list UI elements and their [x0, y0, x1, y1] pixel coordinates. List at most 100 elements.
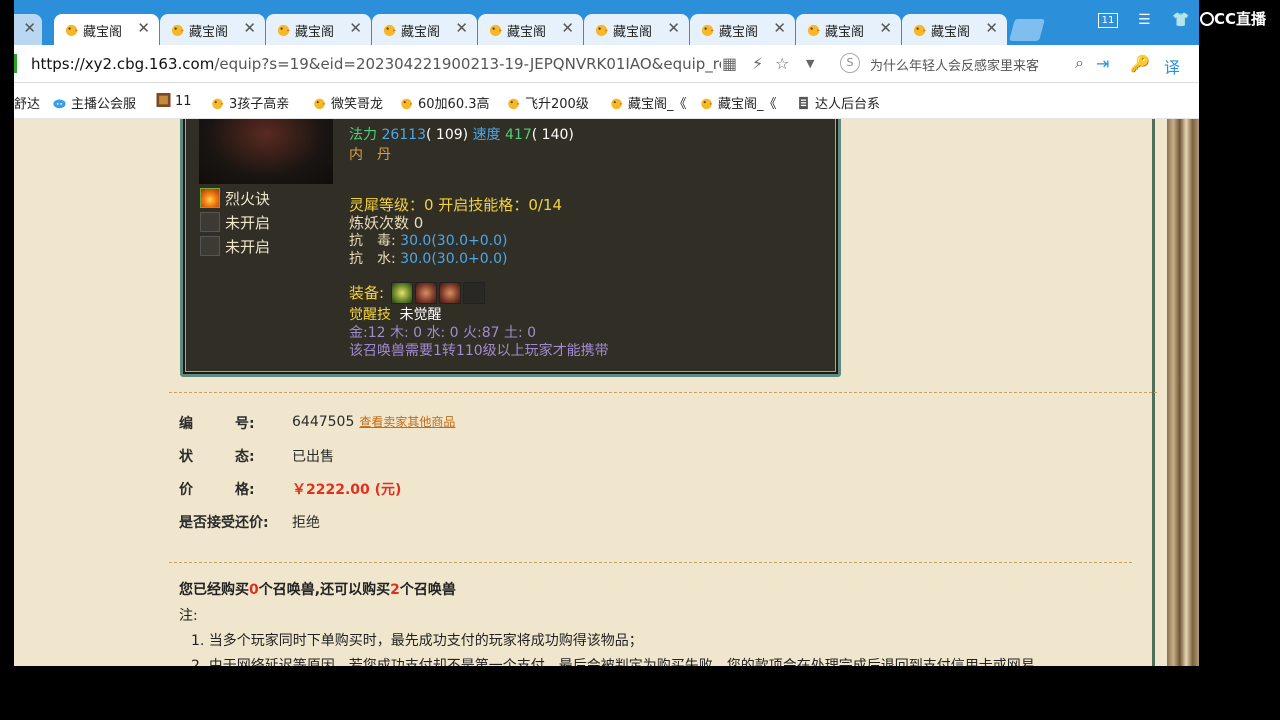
- tab-partial[interactable]: ✕: [14, 14, 42, 45]
- close-icon[interactable]: ✕: [455, 19, 468, 37]
- locked-skill-icon: [200, 236, 220, 256]
- skill-slot-2[interactable]: 未开启: [200, 212, 270, 233]
- awaken-label: 觉醒技: [349, 307, 391, 323]
- equip-slot-4[interactable]: [462, 282, 485, 304]
- close-icon[interactable]: ✕: [985, 19, 998, 37]
- chick-icon: [701, 24, 715, 37]
- locked-skill-icon: [200, 212, 220, 232]
- mana-value: 26113: [381, 127, 426, 143]
- seller-items-link[interactable]: 查看卖家其他商品: [359, 415, 455, 429]
- equip-slot-2[interactable]: [414, 282, 437, 304]
- lightning-icon[interactable]: ⚡: [752, 54, 763, 73]
- page-content: 法力 26113( 109) 速度 417( 140) 内 丹 烈火诀 未开启 …: [14, 119, 1199, 666]
- search-icon[interactable]: ⌕: [1075, 53, 1084, 73]
- close-icon[interactable]: ✕: [667, 19, 680, 37]
- browser-tab[interactable]: 藏宝阁 ✕: [690, 14, 795, 45]
- bookmark-label: 飞升200级: [525, 97, 589, 112]
- bookmark-label: 藏宝阁_《: [718, 97, 777, 112]
- tab-title: 藏宝阁: [401, 25, 441, 40]
- status-value: 已出售: [292, 449, 334, 465]
- close-icon[interactable]: ✕: [23, 19, 36, 37]
- browser-tab[interactable]: 藏宝阁 ✕: [372, 14, 477, 45]
- tab-strip: ✕ 藏宝阁 ✕ 藏宝阁 ✕ 藏宝阁 ✕ 藏宝阁 ✕ 藏宝阁 ✕ 藏宝阁 ✕ 藏宝阁 ✕ 藏宝阁 ✕ 藏宝阁 ✕ 1…: [14, 0, 1199, 45]
- mana-extra: ( 109): [426, 127, 469, 143]
- speed-value: 417: [505, 127, 532, 143]
- url-field[interactable]: https://xy2.cbg.163.com/equip?s=19&eid=2…: [31, 55, 721, 73]
- bookmark-label: 舒达: [14, 97, 41, 112]
- bookmark-label: 微笑哥龙: [331, 97, 384, 112]
- chevron-down-icon[interactable]: ▼: [806, 57, 814, 70]
- divider: [169, 562, 1132, 563]
- resist-value: 30.0(30.0+0.0): [400, 251, 508, 267]
- chick-icon: [277, 24, 291, 37]
- shirt-icon[interactable]: 👕: [1172, 12, 1189, 28]
- bookmark-item[interactable]: 60加60.3高: [399, 93, 490, 112]
- skill-slot-3[interactable]: 未开启: [200, 236, 270, 257]
- close-icon[interactable]: ✕: [773, 19, 786, 37]
- close-icon[interactable]: ✕: [243, 19, 256, 37]
- bookmark-item[interactable]: 主播公会服: [52, 93, 136, 112]
- chick-icon: [171, 24, 185, 37]
- bookmark-item[interactable]: 微笑哥龙: [312, 93, 383, 112]
- menu-icon[interactable]: ☰: [1138, 12, 1151, 28]
- browser-tab[interactable]: 藏宝阁 ✕: [902, 14, 1007, 45]
- window-count-badge[interactable]: 11: [1098, 13, 1118, 28]
- chick-icon: [595, 24, 609, 37]
- browser-tab[interactable]: 藏宝阁 ✕: [584, 14, 689, 45]
- search-engine-icon: S: [840, 53, 860, 73]
- translate-icon[interactable]: 译: [1164, 54, 1180, 78]
- browser-tab[interactable]: 藏宝阁 ✕: [796, 14, 901, 45]
- item-id-label: 编 号:: [179, 416, 255, 432]
- search-input[interactable]: 为什么年轻人会反感家里来客: [870, 55, 1048, 74]
- speed-extra: ( 140): [531, 127, 574, 143]
- chick-icon: [807, 24, 821, 37]
- bookmark-item[interactable]: 飞升200级: [506, 93, 589, 112]
- pet-info-panel: 法力 26113( 109) 速度 417( 140) 内 丹 烈火诀 未开启 …: [180, 119, 841, 377]
- bookmark-label: 11: [175, 94, 192, 109]
- skill-slot-1[interactable]: 烈火诀: [200, 188, 270, 209]
- price-value: ￥2222.00 (元): [292, 482, 402, 498]
- skill-label: 未开启: [225, 214, 271, 232]
- purchase-prefix: 您已经购买: [179, 582, 249, 598]
- address-bar: ▎ https://xy2.cbg.163.com/equip?s=19&eid…: [14, 45, 1199, 83]
- new-tab-button[interactable]: [1009, 19, 1045, 41]
- inner-dan-label: 内 丹: [349, 147, 391, 163]
- close-icon[interactable]: ✕: [561, 19, 574, 37]
- url-path: /equip?s=19&eid=202304221900213-19-JEPQN…: [214, 55, 721, 73]
- browser-tab[interactable]: 藏宝阁 ✕: [54, 14, 159, 45]
- note-item-1: 1. 当多个玩家同时下单购买时，最先成功支付的玩家将成功购得该物品；: [191, 633, 643, 649]
- close-icon[interactable]: ✕: [879, 19, 892, 37]
- close-icon[interactable]: ✕: [137, 19, 150, 37]
- equip-slot-1[interactable]: [390, 282, 413, 304]
- tab-title: 藏宝阁: [83, 25, 123, 40]
- browser-tab[interactable]: 藏宝阁 ✕: [160, 14, 265, 45]
- qr-code-icon[interactable]: ▦: [722, 54, 737, 73]
- key-icon[interactable]: 🔑: [1130, 54, 1150, 73]
- bookmark-item[interactable]: 舒达: [14, 93, 40, 112]
- cloud-icon: [53, 99, 66, 109]
- star-icon[interactable]: ☆: [775, 54, 789, 73]
- bookmark-item[interactable]: 藏宝阁_《: [609, 93, 687, 112]
- chick-icon: [611, 98, 623, 110]
- purchase-mid: 个召唤兽,还可以购买: [258, 582, 391, 598]
- mana-label: 法力: [349, 127, 377, 143]
- skill-label: 烈火诀: [225, 190, 271, 208]
- awaken-value: 未觉醒: [399, 307, 442, 323]
- bookmark-item[interactable]: 3孩子高亲: [210, 93, 289, 112]
- document-icon: [799, 96, 808, 110]
- bookmark-item[interactable]: 达人后台系: [796, 93, 880, 112]
- awaken-row: 觉醒技 未觉醒: [349, 304, 441, 324]
- bookmark-item[interactable]: 11: [156, 93, 192, 109]
- browser-tab[interactable]: 藏宝阁 ✕: [266, 14, 371, 45]
- bookmark-label: 达人后台系: [815, 97, 881, 112]
- login-icon[interactable]: ⇥: [1096, 54, 1109, 73]
- close-icon[interactable]: ✕: [349, 19, 362, 37]
- bookmark-item[interactable]: 藏宝阁_《: [699, 93, 777, 112]
- bought-count: 0: [249, 582, 259, 598]
- equip-slot-3[interactable]: [438, 282, 461, 304]
- item-id-value: 6447505: [292, 414, 355, 430]
- search-box[interactable]: S 为什么年轻人会反感家里来客 ⌕: [836, 50, 1084, 78]
- speed-label: 速度: [472, 127, 501, 143]
- bookmark-label: 60加60.3高: [418, 97, 490, 112]
- browser-tab[interactable]: 藏宝阁 ✕: [478, 14, 583, 45]
